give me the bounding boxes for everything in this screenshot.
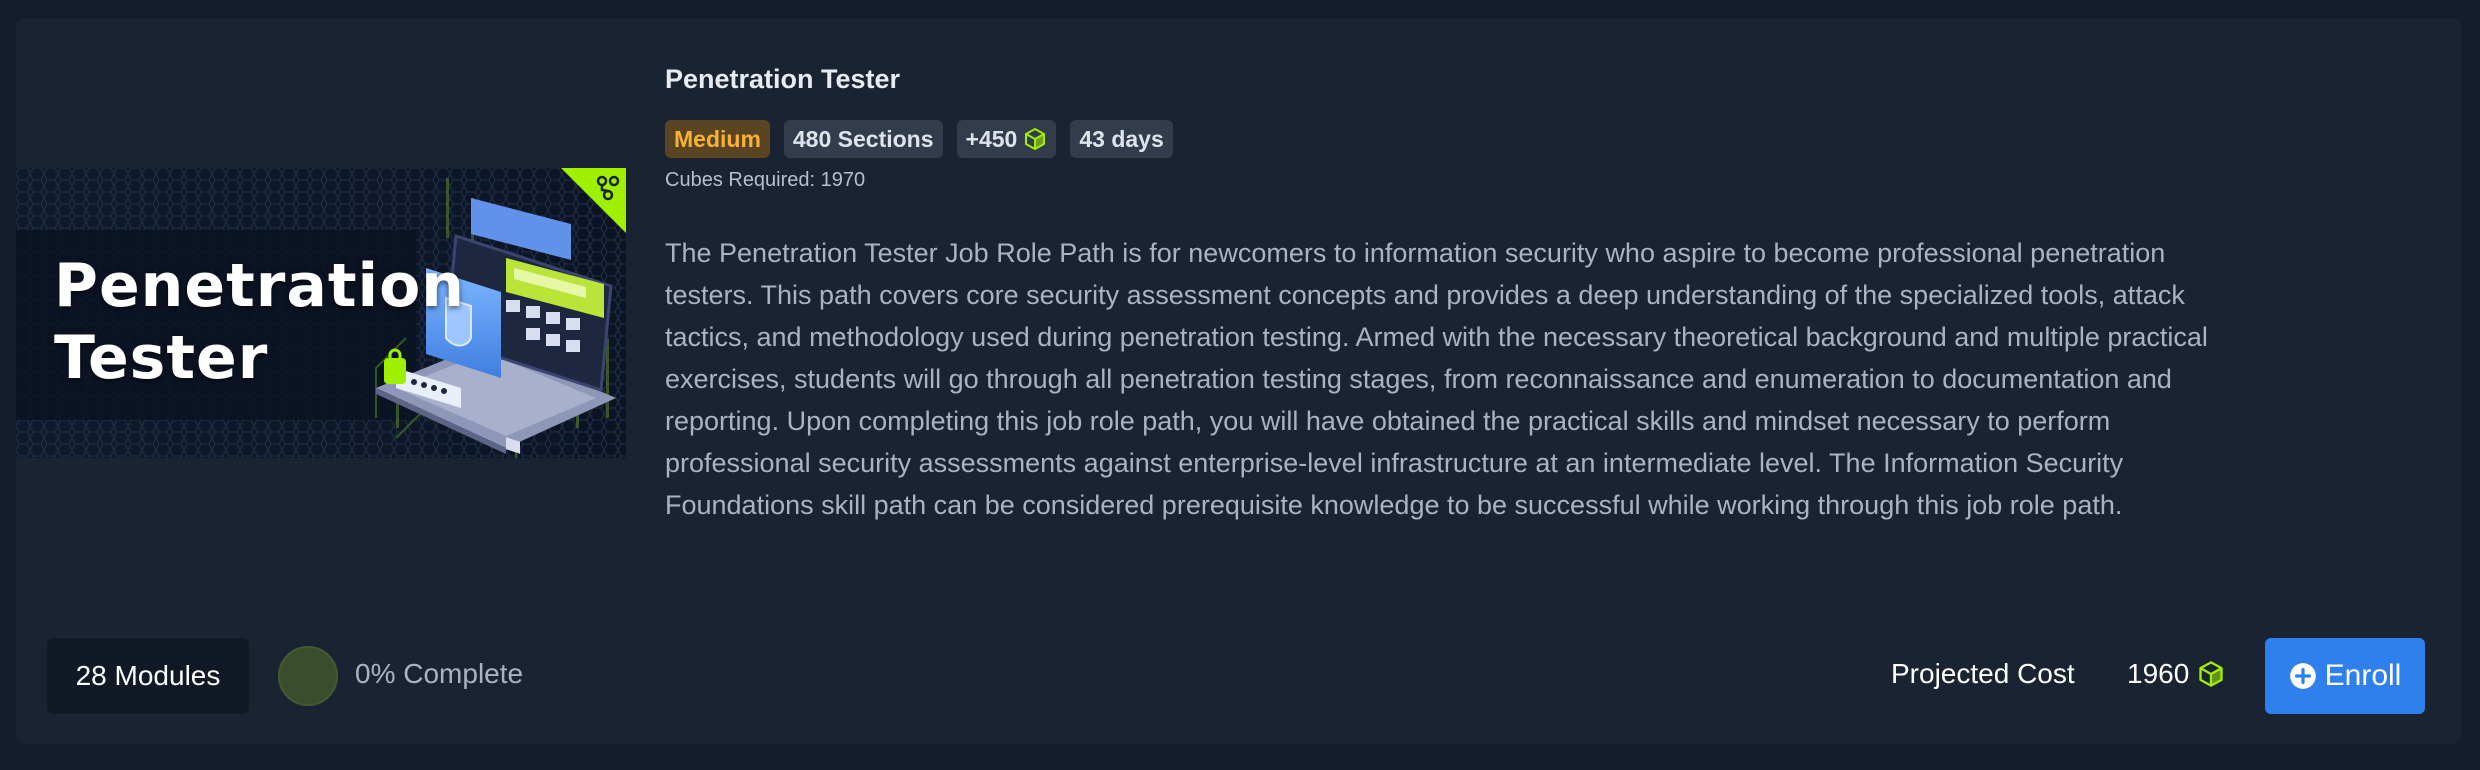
path-card[interactable]: Penetration Tester Penetration Tester Me… <box>16 18 2462 744</box>
page-title[interactable]: Penetration Tester <box>665 64 900 95</box>
enroll-label: Enroll <box>2324 659 2402 692</box>
difficulty-badge: Medium <box>665 120 770 158</box>
projected-cost-label: Projected Cost <box>1891 658 2075 689</box>
progress-ring <box>278 646 338 706</box>
sections-badge: 480 Sections <box>783 120 943 158</box>
cube-icon <box>1025 128 1046 150</box>
path-description: The Penetration Tester Job Role Path is … <box>665 238 2208 520</box>
duration-badge: 43 days <box>1070 120 1173 158</box>
thumbnail-title: Penetration Tester <box>54 251 466 393</box>
cubes-required: Cubes Required: 1970 <box>665 169 866 191</box>
cube-icon <box>2199 661 2223 687</box>
projected-cost: 1960 <box>2127 658 2225 690</box>
path-thumbnail[interactable]: Penetration Tester <box>16 168 626 458</box>
cubes-reward-value: +450 <box>965 126 1018 152</box>
cubes-reward-badge: +450 <box>956 120 1057 158</box>
projected-cost-value: 1960 <box>2127 658 2190 689</box>
modules-count[interactable]: 28 Modules <box>47 638 249 714</box>
progress-label: 0% Complete <box>355 658 524 689</box>
plus-circle-icon <box>2289 663 2316 689</box>
path-badges: Medium 480 Sections +450 43 days <box>665 120 1173 158</box>
enroll-button[interactable]: Enroll <box>2265 638 2425 714</box>
